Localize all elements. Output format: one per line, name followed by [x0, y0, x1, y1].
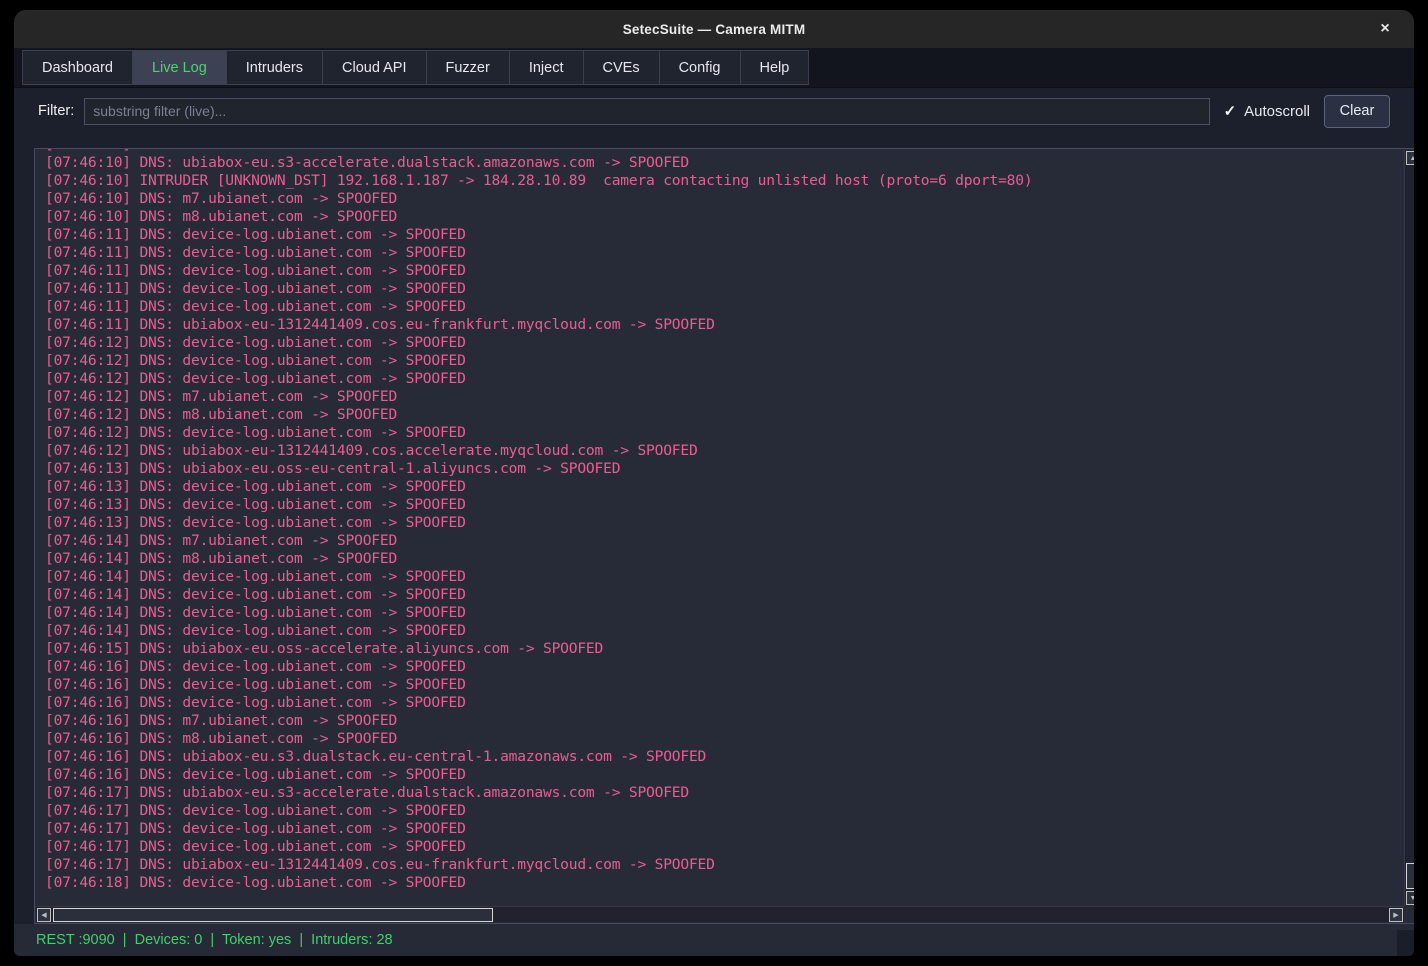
status-item: REST :9090	[36, 932, 115, 948]
log-line: [07:46:14] DNS: device-log.ubianet.com -…	[45, 604, 1404, 622]
filter-bar: Filter: ✓ Autoscroll Clear	[14, 88, 1414, 134]
status-item: Devices: 0	[135, 932, 203, 948]
log-line: [07:46:11] DNS: device-log.ubianet.com -…	[45, 280, 1404, 298]
status-item: Token: yes	[222, 932, 291, 948]
tab-inject[interactable]: Inject	[510, 50, 584, 85]
vertical-scroll-thumb[interactable]	[1406, 863, 1414, 889]
autoscroll-label: Autoscroll	[1244, 103, 1310, 120]
log-line: [07:46:17] DNS: device-log.ubianet.com -…	[45, 820, 1404, 838]
log-line: [07:46:13] DNS: ubiabox-eu.oss-eu-centra…	[45, 460, 1404, 478]
horizontal-scroll-thumb[interactable]	[53, 908, 493, 922]
log-line: [07:46:11] DNS: ubiabox-eu-1312441409.co…	[45, 316, 1404, 334]
log-line: [07:46:14] DNS: m8.ubianet.com -> SPOOFE…	[45, 550, 1404, 568]
log-line: [07:46:16] DNS: m8.ubianet.com -> SPOOFE…	[45, 730, 1404, 748]
tab-intruders[interactable]: Intruders	[227, 50, 323, 85]
log-line: [07:46:12] DNS: device-log.ubianet.com -…	[45, 370, 1404, 388]
log-line: [07:46:10] DNS: ubiabox-eu.s3-accelerate…	[45, 154, 1404, 172]
checkmark-icon: ✓	[1224, 102, 1237, 120]
tab-bar: DashboardLive LogIntrudersCloud APIFuzze…	[14, 48, 1414, 88]
app-window: SetecSuite — Camera MITM × DashboardLive…	[14, 10, 1414, 956]
log-line: [07:46:12] DNS: device-log.ubianet.com -…	[45, 334, 1404, 352]
title-bar: SetecSuite — Camera MITM ×	[14, 10, 1414, 48]
log-line: [07:46:14] DNS: device-log.ubianet.com -…	[45, 622, 1404, 640]
log-line: [07:46:14] DNS: device-log.ubianet.com -…	[45, 586, 1404, 604]
scroll-right-icon[interactable]: ▶	[1389, 908, 1403, 922]
filter-input[interactable]	[84, 98, 1209, 125]
log-line: [07:46:13] DNS: device-log.ubianet.com -…	[45, 514, 1404, 532]
log-line: [07:46:11] DNS: device-log.ubianet.com -…	[45, 244, 1404, 262]
status-bar: REST :9090 | Devices: 0 | Token: yes | I…	[14, 924, 1414, 956]
tab-config[interactable]: Config	[660, 50, 741, 85]
log-line: [07:46:15] DNS: ubiabox-eu.oss-accelerat…	[45, 640, 1404, 658]
tab-cves[interactable]: CVEs	[584, 50, 660, 85]
vertical-scrollbar[interactable]: ▲ ▼	[1404, 150, 1414, 906]
log-line: [07:46:17] DNS: device-log.ubianet.com -…	[45, 838, 1404, 856]
status-separator: |	[115, 932, 135, 948]
log-line: [07:46:11] DNS: device-log.ubianet.com -…	[45, 262, 1404, 280]
log-line: [07:46:18] DNS: device-log.ubianet.com -…	[45, 874, 1404, 892]
log-line: [07:46:12] DNS: device-log.ubianet.com -…	[45, 352, 1404, 370]
log-line: [07:46:14] DNS: m7.ubianet.com -> SPOOFE…	[45, 532, 1404, 550]
log-line: [07:46:13] DNS: device-log.ubianet.com -…	[45, 478, 1404, 496]
autoscroll-checkbox[interactable]: ✓ Autoscroll	[1224, 102, 1310, 120]
status-bar-text: REST :9090 | Devices: 0 | Token: yes | I…	[36, 932, 393, 948]
scroll-left-icon[interactable]: ◀	[37, 908, 51, 922]
log-line: [07:46:10] DNS: m7.ubianet.com -> SPOOFE…	[45, 190, 1404, 208]
log-line: [07:46:13] DNS: device-log.ubianet.com -…	[45, 496, 1404, 514]
status-item: Intruders: 28	[311, 932, 392, 948]
log-line: [07:46:11] DNS: device-log.ubianet.com -…	[45, 226, 1404, 244]
tab-live-log[interactable]: Live Log	[133, 50, 227, 85]
scroll-up-icon[interactable]: ▲	[1406, 151, 1414, 165]
log-line: [07:46:12] DNS: ubiabox-eu-1312441409.co…	[45, 442, 1404, 460]
log-viewport: [07:46:09] DNS: ubiabox-eu.s3.dualstack.…	[36, 149, 1404, 906]
window-title: SetecSuite — Camera MITM	[623, 22, 806, 37]
log-line: [07:46:16] DNS: ubiabox-eu.s3.dualstack.…	[45, 748, 1404, 766]
tab-cloud-api[interactable]: Cloud API	[323, 50, 427, 85]
log-line: [07:46:12] DNS: m7.ubianet.com -> SPOOFE…	[45, 388, 1404, 406]
scroll-down-icon[interactable]: ▼	[1406, 891, 1414, 905]
status-separator: |	[202, 932, 222, 948]
log-line: [07:46:17] DNS: ubiabox-eu.s3-accelerate…	[45, 784, 1404, 802]
log-line: [07:46:17] DNS: ubiabox-eu-1312441409.co…	[45, 856, 1404, 874]
log-line: [07:46:17] DNS: device-log.ubianet.com -…	[45, 802, 1404, 820]
resize-grip[interactable]	[1397, 930, 1414, 956]
log-line: [07:46:12] DNS: device-log.ubianet.com -…	[45, 424, 1404, 442]
log-line: [07:46:16] DNS: device-log.ubianet.com -…	[45, 658, 1404, 676]
horizontal-scrollbar[interactable]: ◀ ▶	[36, 906, 1404, 922]
status-separator: |	[291, 932, 311, 948]
filter-label: Filter:	[38, 103, 74, 119]
log-line: [07:46:16] DNS: device-log.ubianet.com -…	[45, 676, 1404, 694]
log-line: [07:46:16] DNS: device-log.ubianet.com -…	[45, 766, 1404, 784]
tab-dashboard[interactable]: Dashboard	[22, 50, 133, 85]
close-icon[interactable]: ×	[1374, 18, 1396, 40]
log-line: [07:46:12] DNS: m8.ubianet.com -> SPOOFE…	[45, 406, 1404, 424]
clear-button[interactable]: Clear	[1324, 95, 1390, 128]
live-log-panel: [07:46:09] DNS: ubiabox-eu.s3.dualstack.…	[34, 148, 1414, 924]
log-line: [07:46:11] DNS: device-log.ubianet.com -…	[45, 298, 1404, 316]
log-line: [07:46:10] DNS: m8.ubianet.com -> SPOOFE…	[45, 208, 1404, 226]
tab-fuzzer[interactable]: Fuzzer	[427, 50, 510, 85]
log-line: [07:46:14] DNS: device-log.ubianet.com -…	[45, 568, 1404, 586]
log-line: [07:46:16] DNS: device-log.ubianet.com -…	[45, 694, 1404, 712]
log-line: [07:46:10] INTRUDER [UNKNOWN_DST] 192.16…	[45, 172, 1404, 190]
log-line: [07:46:16] DNS: m7.ubianet.com -> SPOOFE…	[45, 712, 1404, 730]
tab-help[interactable]: Help	[741, 50, 810, 85]
log-content: [07:46:09] DNS: ubiabox-eu.s3.dualstack.…	[36, 149, 1404, 892]
